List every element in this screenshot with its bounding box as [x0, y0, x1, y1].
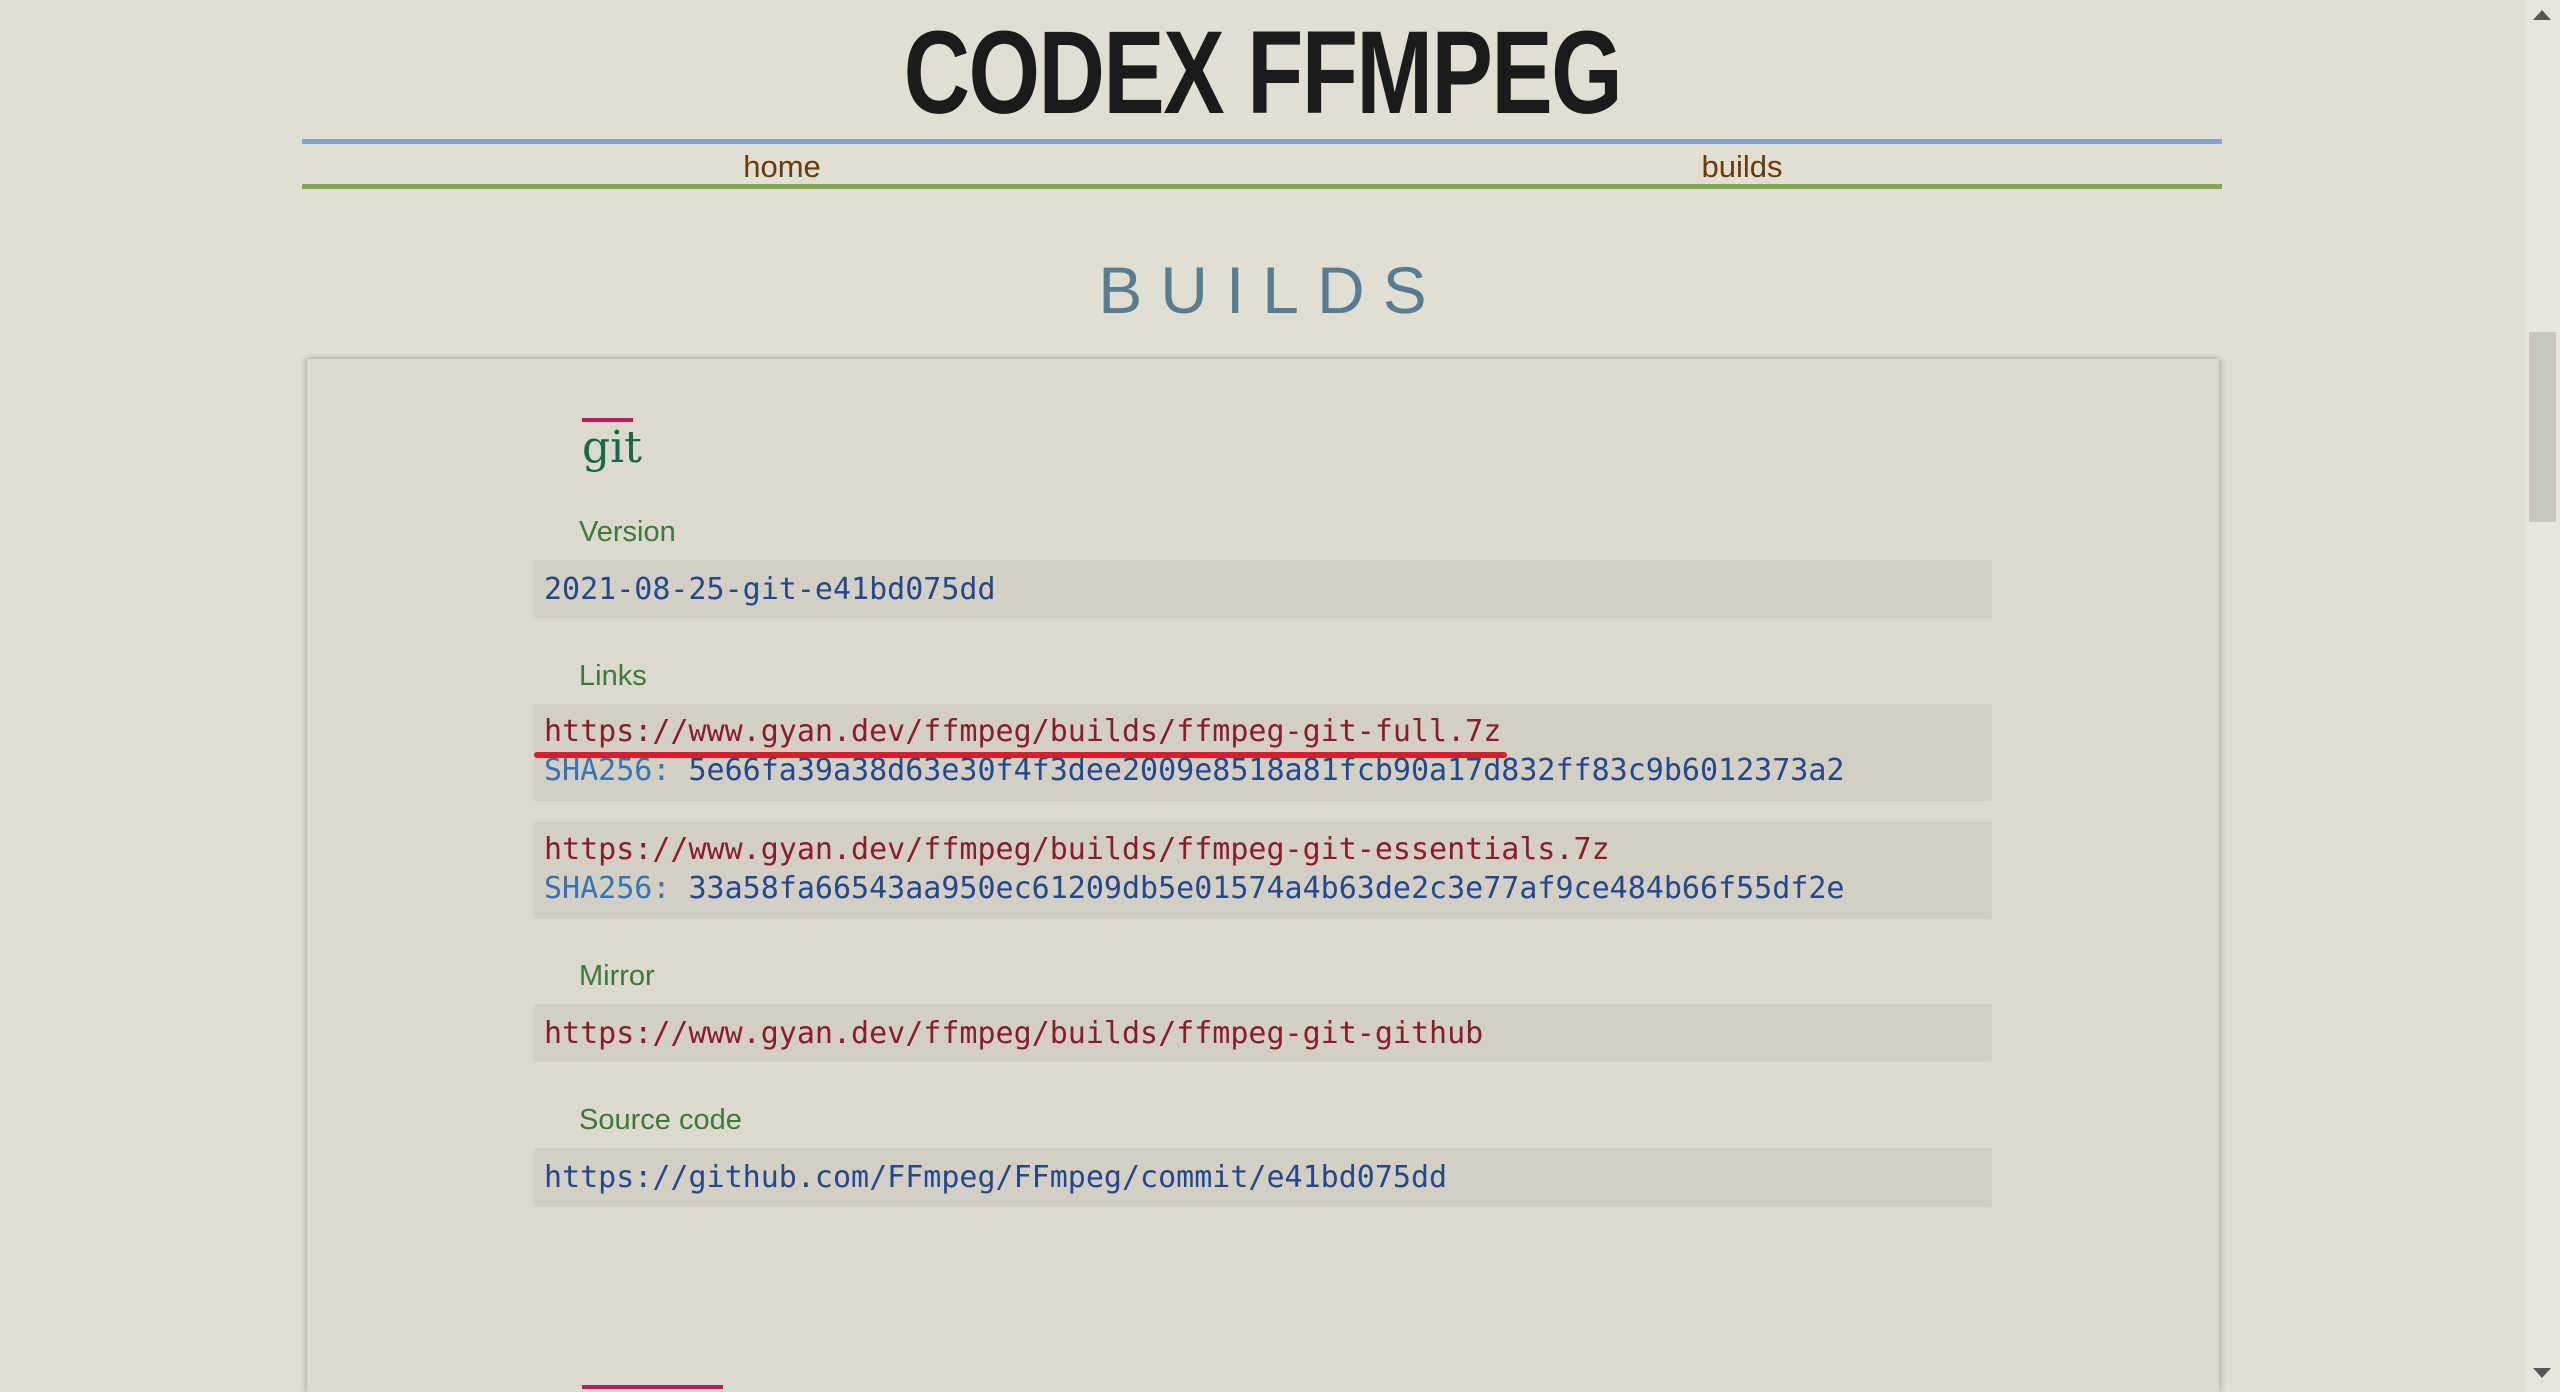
site-title: CODEX FFMPEG	[903, 7, 1623, 139]
link-git-essentials[interactable]: https://www.gyan.dev/ffmpeg/builds/ffmpe…	[544, 832, 1610, 867]
link-box-essentials: https://www.gyan.dev/ffmpeg/builds/ffmpe…	[533, 822, 1992, 919]
main-nav: home builds	[302, 139, 2222, 189]
sha-label: SHA256:	[544, 753, 671, 788]
page-heading: BUILDS	[1098, 253, 1445, 327]
version-box: 2021-08-25-git-e41bd075dd	[533, 560, 1992, 618]
source-code-link[interactable]: https://github.com/FFmpeg/FFmpeg/commit/…	[544, 1160, 1447, 1195]
nav-builds-link[interactable]: builds	[1262, 149, 2222, 185]
source-label: Source code	[579, 1104, 742, 1136]
sha-value: 5e66fa39a38d63e30f4f3dee2009e8518a81fcb9…	[688, 753, 1845, 788]
source-box: https://github.com/FFmpeg/FFmpeg/commit/…	[533, 1148, 1992, 1207]
sha-label: SHA256:	[544, 871, 671, 906]
chevron-up-icon[interactable]	[2533, 10, 2551, 20]
mirror-box: https://www.gyan.dev/ffmpeg/builds/ffmpe…	[533, 1004, 1992, 1062]
version-label: Version	[579, 516, 676, 548]
link-git-full[interactable]: https://www.gyan.dev/ffmpeg/builds/ffmpe…	[544, 714, 1501, 749]
sha-value: 33a58fa66543aa950ec61209db5e01574a4b63de…	[688, 871, 1845, 906]
chevron-down-icon[interactable]	[2533, 1368, 2551, 1378]
vertical-scrollbar[interactable]	[2525, 0, 2560, 1392]
next-section-accent-bar	[582, 1385, 723, 1389]
section-title-git: git	[582, 422, 642, 473]
mirror-label: Mirror	[579, 960, 655, 992]
version-value: 2021-08-25-git-e41bd075dd	[544, 572, 996, 607]
mirror-link[interactable]: https://www.gyan.dev/ffmpeg/builds/ffmpe…	[544, 1016, 1483, 1051]
scrollbar-thumb[interactable]	[2529, 332, 2556, 522]
links-label: Links	[579, 660, 647, 692]
highlight-underline	[534, 752, 1507, 758]
nav-home-link[interactable]: home	[302, 149, 1262, 185]
